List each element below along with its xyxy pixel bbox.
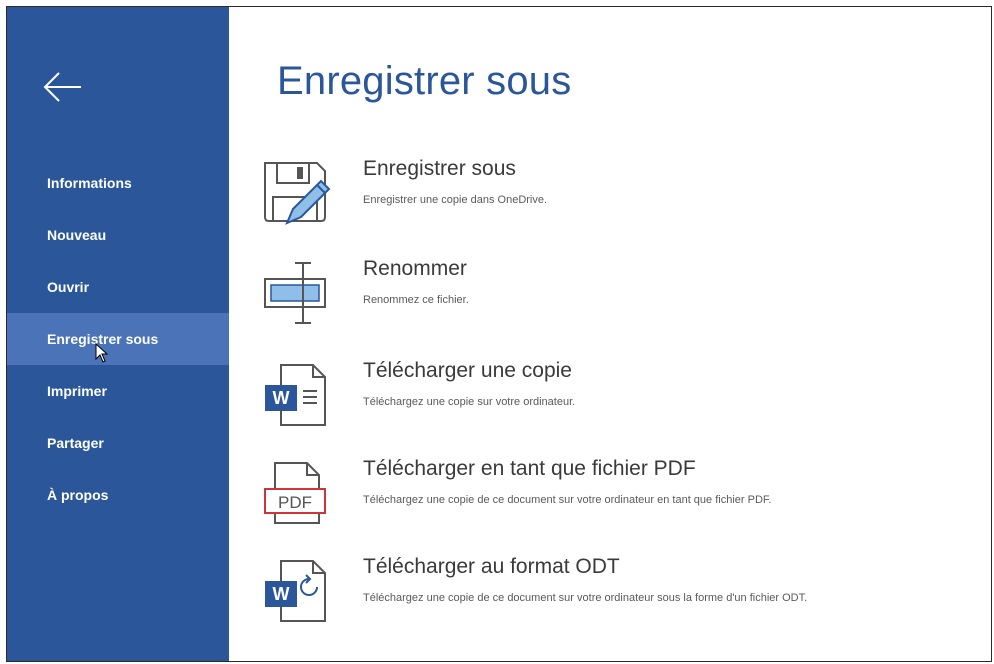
sidebar-item-a-propos[interactable]: À propos (7, 469, 229, 521)
option-title: Télécharger au format ODT (363, 555, 620, 578)
option-title: Télécharger en tant que fichier PDF (363, 457, 696, 480)
svg-text:W: W (273, 388, 290, 408)
sidebar-item-enregistrer-sous[interactable]: Enregistrer sous (7, 313, 229, 365)
word-document-icon: W (265, 364, 326, 426)
pdf-document-icon: PDF (264, 462, 326, 524)
main-panel: Enregistrer sous Enregistrer sous Enregi… (229, 7, 991, 661)
sidebar-item-label: Partager (47, 435, 104, 451)
option-telecharger-copie[interactable]: W Télécharger une copie Téléchargez une … (259, 359, 979, 449)
sidebar-nav: Informations Nouveau Ouvrir Enregistrer … (7, 157, 229, 521)
sidebar: Informations Nouveau Ouvrir Enregistrer … (7, 7, 229, 661)
back-arrow-icon (43, 72, 81, 102)
sidebar-item-nouveau[interactable]: Nouveau (7, 209, 229, 261)
mouse-cursor-icon (95, 343, 109, 363)
option-description: Renommez ce fichier. (363, 294, 469, 306)
option-title: Enregistrer sous (363, 157, 516, 180)
sidebar-item-ouvrir[interactable]: Ouvrir (7, 261, 229, 313)
option-description: Téléchargez une copie sur votre ordinate… (363, 396, 576, 408)
rename-icon (264, 262, 326, 324)
svg-text:W: W (273, 584, 290, 604)
pdf-label: PDF (278, 493, 312, 512)
option-description: Enregistrer une copie dans OneDrive. (363, 194, 548, 206)
option-description: Téléchargez une copie de ce document sur… (363, 494, 772, 506)
option-renommer[interactable]: Renommer Renommez ce fichier. (259, 257, 979, 347)
sidebar-item-partager[interactable]: Partager (7, 417, 229, 469)
option-title: Télécharger une copie (363, 359, 572, 382)
page-title: Enregistrer sous (277, 59, 572, 103)
option-telecharger-pdf[interactable]: PDF Télécharger en tant que fichier PDF … (259, 457, 979, 547)
sidebar-item-label: Nouveau (47, 227, 107, 243)
save-as-icon (264, 162, 331, 225)
sidebar-item-label: Imprimer (47, 383, 107, 399)
sidebar-item-informations[interactable]: Informations (7, 157, 229, 209)
option-description: Téléchargez une copie de ce document sur… (363, 592, 808, 604)
sidebar-item-label: Ouvrir (47, 279, 90, 295)
sidebar-item-label: Informations (47, 175, 132, 191)
sidebar-item-imprimer[interactable]: Imprimer (7, 365, 229, 417)
app-window: Informations Nouveau Ouvrir Enregistrer … (6, 6, 992, 662)
sidebar-item-label: À propos (47, 487, 109, 503)
back-button[interactable] (41, 67, 89, 107)
word-odt-document-icon: W (265, 560, 326, 622)
option-enregistrer-sous[interactable]: Enregistrer sous Enregistrer une copie d… (259, 157, 979, 247)
option-telecharger-odt[interactable]: W Télécharger au format ODT Téléchargez … (259, 555, 979, 645)
option-title: Renommer (363, 257, 467, 280)
